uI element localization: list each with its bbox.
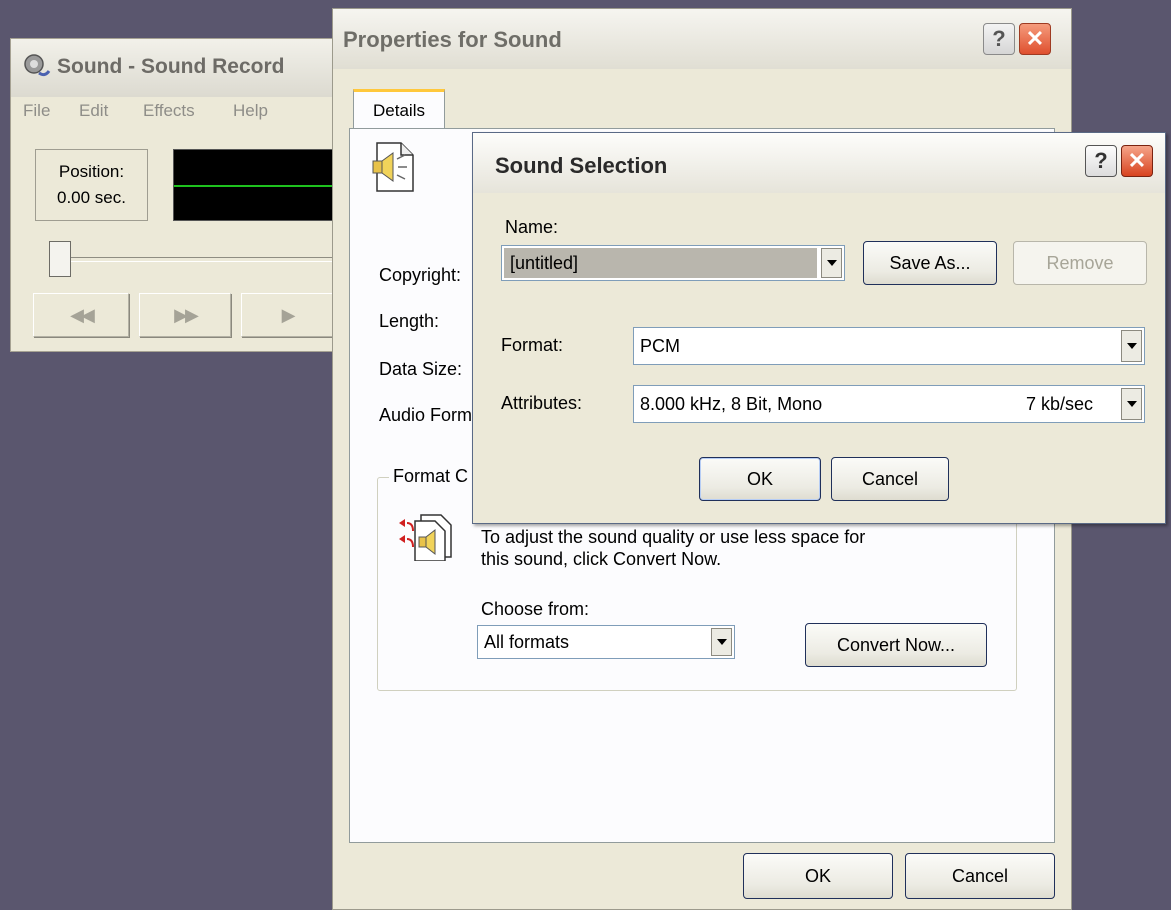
choose-from-label: Choose from: [481,599,590,619]
sound-selection-dialog[interactable]: Sound Selection ? ✕ Name: [untitled] Sav… [472,132,1166,524]
convert-text-line1: To adjust the sound quality or use less … [481,527,866,547]
name-dropdown[interactable]: [untitled] [501,245,845,281]
menu-file[interactable]: File [23,101,50,121]
choose-from-value: All formats [484,631,570,652]
format-value: PCM [640,335,680,356]
audio-format-label: Audio Form [379,405,473,425]
seek-start-button[interactable]: ◀◀ [33,293,129,337]
seek-end-button[interactable]: ▶▶ [139,293,231,337]
menu-help[interactable]: Help [233,101,268,121]
properties-title: Properties for Sound [343,27,562,52]
format-dropdown[interactable]: PCM [633,327,1145,365]
sound-selection-titlebar[interactable]: Sound Selection ? ✕ [473,133,1165,193]
selection-cancel-button[interactable]: Cancel [831,457,949,501]
format-arrow-icon[interactable] [1121,330,1142,362]
attributes-value: 8.000 kHz, 8 Bit, Mono [640,393,823,414]
menu-effects[interactable]: Effects [143,101,195,121]
play-button[interactable]: ▶ [241,293,333,337]
name-label: Name: [505,217,559,237]
choose-from-dropdown[interactable]: All formats [477,625,735,659]
length-label: Length: [379,311,440,331]
recorder-titlebar[interactable]: Sound - Sound Record [11,39,339,97]
copyright-label: Copyright: [379,265,462,285]
convert-sound-icon [399,514,452,561]
selection-close-button[interactable]: ✕ [1121,145,1153,177]
position-value: 0.00 sec. [57,188,126,207]
selection-ok-button[interactable]: OK [699,457,821,501]
choose-from-arrow-icon[interactable] [711,628,732,656]
name-arrow-icon[interactable] [821,248,842,278]
selection-help-button[interactable]: ? [1085,145,1117,177]
format-conversion-group-title: Format C [389,466,473,487]
waveform-trace [174,185,342,187]
position-label: Position: [58,162,125,181]
menu-edit[interactable]: Edit [79,101,108,121]
attributes-dropdown[interactable]: 8.000 kHz, 8 Bit, Mono 7 kb/sec [633,385,1145,423]
attributes-arrow-icon[interactable] [1121,388,1142,420]
attributes-rate: 7 kb/sec [1025,393,1093,414]
seek-slider-track[interactable] [51,257,351,262]
recorder-menubar: File Edit Effects Help [11,97,339,125]
properties-titlebar[interactable]: Properties for Sound ? ✕ [333,9,1071,69]
attributes-label: Attributes: [501,393,583,413]
format-label: Format: [501,335,564,355]
convert-now-button[interactable]: Convert Now... [805,623,987,667]
sound-file-icon [372,142,414,192]
tab-details[interactable]: Details [353,89,445,129]
recorder-title: Sound - Sound Record [57,55,285,78]
save-as-button[interactable]: Save As... [863,241,997,285]
data-size-label: Data Size: [379,359,463,379]
recorder-app-icon [24,54,51,77]
properties-help-button[interactable]: ? [983,23,1015,55]
properties-close-button[interactable]: ✕ [1019,23,1051,55]
remove-button: Remove [1013,241,1147,285]
properties-cancel-button[interactable]: Cancel [905,853,1055,899]
sound-recorder-window[interactable]: Sound - Sound Record File Edit Effects H… [10,38,351,352]
convert-text-line2: this sound, click Convert Now. [481,549,722,569]
position-readout: Position: 0.00 sec. [35,149,148,221]
waveform-display [173,149,343,221]
seek-slider-thumb[interactable] [49,241,71,277]
properties-ok-button[interactable]: OK [743,853,893,899]
name-value: [untitled] [504,248,817,278]
sound-selection-title: Sound Selection [495,153,668,178]
